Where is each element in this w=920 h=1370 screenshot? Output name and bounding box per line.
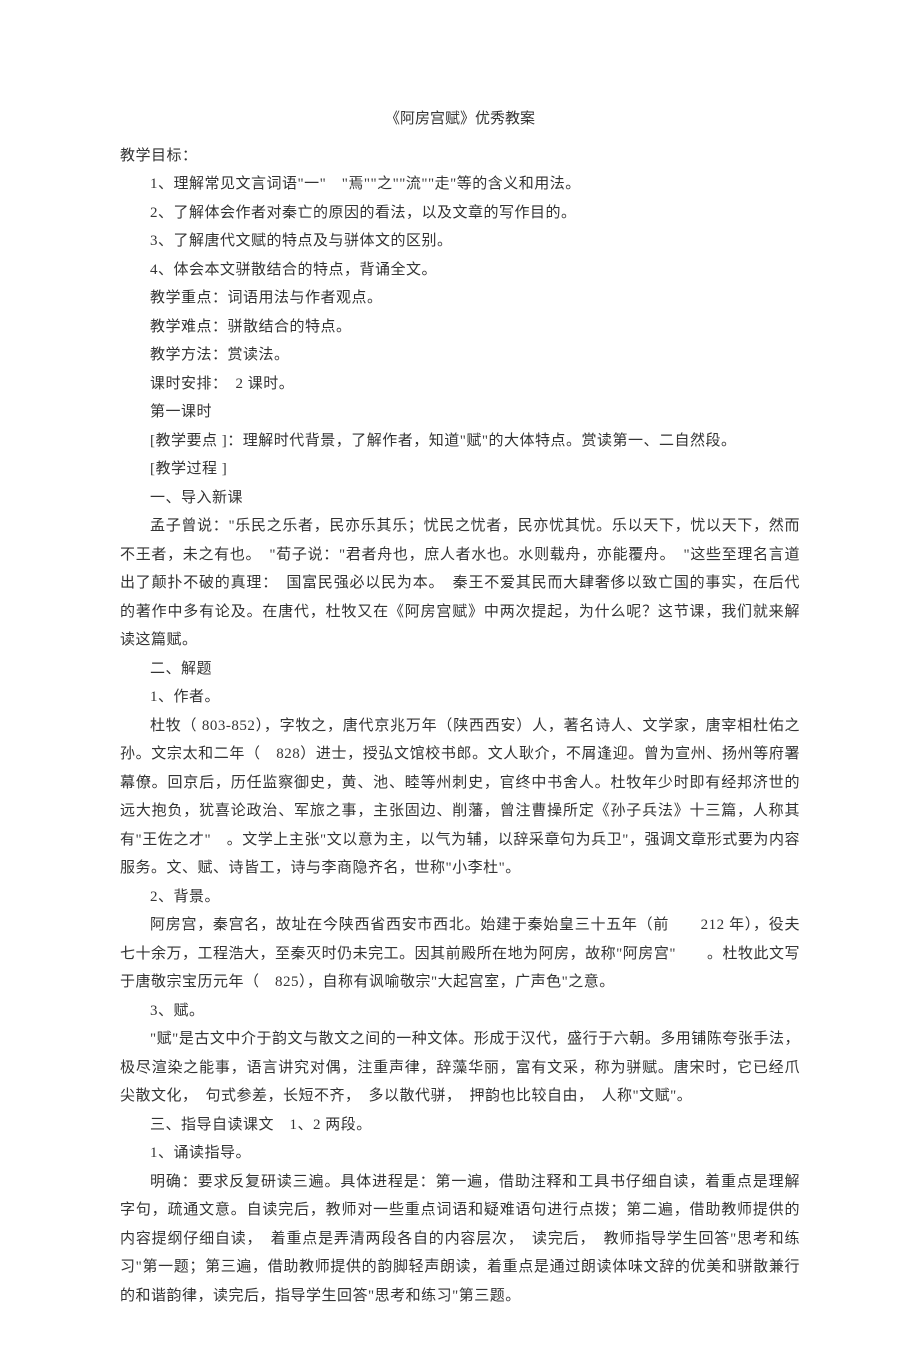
section-2-1-paragraph: 杜牧（ 803-852），字牧之，唐代京兆万年（陕西西安）人，著名诗人、文学家，… <box>120 712 800 883</box>
teaching-difficulty: 教学难点：骈散结合的特点。 <box>120 313 800 342</box>
goal-item-3: 3、了解唐代文赋的特点及与骈体文的区别。 <box>120 227 800 256</box>
section-2-title: 二、解题 <box>120 655 800 684</box>
section-3-title: 三、指导自读课文 1、2 两段。 <box>120 1111 800 1140</box>
section-3-1-label: 1、诵读指导。 <box>120 1139 800 1168</box>
section-2-2-label: 2、背景。 <box>120 883 800 912</box>
period-heading: 第一课时 <box>120 398 800 427</box>
section-1-paragraph: 孟子曾说："乐民之乐者，民亦乐其乐；忧民之忧者，民亦忧其忧。乐以天下，忧以天下，… <box>120 512 800 655</box>
teaching-method: 教学方法：赏读法。 <box>120 341 800 370</box>
section-2-3-paragraph: "赋"是古文中介于韵文与散文之间的一种文体。形成于汉代，盛行于六朝。多用铺陈夸张… <box>120 1025 800 1111</box>
goal-item-4: 4、体会本文骈散结合的特点，背诵全文。 <box>120 256 800 285</box>
goal-item-2: 2、了解体会作者对秦亡的原因的看法，以及文章的写作目的。 <box>120 199 800 228</box>
teaching-points: [教学要点 ]：理解时代背景，了解作者，知道"赋"的大体特点。赏读第一、二自然段… <box>120 427 800 456</box>
section-1-title: 一、导入新课 <box>120 484 800 513</box>
goal-item-1: 1、理解常见文言词语"一" "焉""之""流""走"等的含义和用法。 <box>120 170 800 199</box>
section-2-2-paragraph: 阿房宫，秦宫名，故址在今陕西省西安市西北。始建于秦始皇三十五年（前 212 年）… <box>120 911 800 997</box>
section-3-1-paragraph: 明确：要求反复研读三遍。具体进程是：第一遍，借助注释和工具书仔细自读，着重点是理… <box>120 1168 800 1311</box>
section-2-1-label: 1、作者。 <box>120 683 800 712</box>
teaching-focus: 教学重点：词语用法与作者观点。 <box>120 284 800 313</box>
document-title: 《阿房宫赋》优秀教案 <box>120 105 800 134</box>
teaching-process: [教学过程 ] <box>120 455 800 484</box>
schedule: 课时安排： 2 课时。 <box>120 370 800 399</box>
teaching-goals-heading: 教学目标： <box>120 142 800 171</box>
section-2-3-label: 3、赋。 <box>120 997 800 1026</box>
